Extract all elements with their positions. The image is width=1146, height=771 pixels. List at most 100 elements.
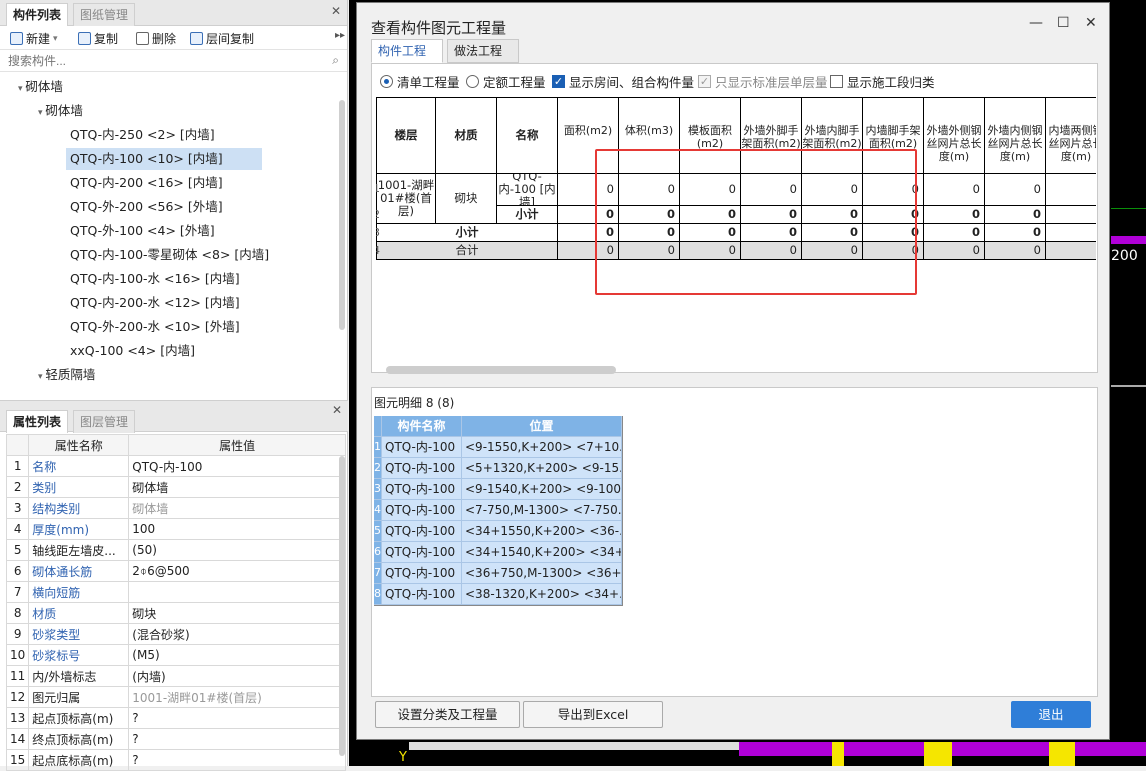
tab-layer-management[interactable]: 图层管理 [73, 410, 136, 433]
property-scrollbar[interactable] [339, 456, 345, 756]
property-row[interactable]: 1 名称 QTQ-内-100 [5, 455, 346, 477]
trash-icon [136, 32, 149, 45]
property-value[interactable]: 砌体墙 [128, 476, 346, 498]
tree-item-label: QTQ-内-100 <10> [内墙] [70, 151, 223, 166]
property-row[interactable]: 7 横向短筋 [5, 581, 346, 603]
quantity-panel: 清单工程量 定额工程量 ✓ 显示房间、组合构件量 ✓ 只显示标准层单层量 显示施工段… [371, 63, 1098, 374]
maximize-icon[interactable]: ☐ [1057, 15, 1070, 31]
tab-method-quantity[interactable]: 做法工程量 [447, 39, 519, 80]
row-number: 9 [5, 623, 30, 645]
property-value[interactable]: (50) [128, 539, 346, 561]
tree-item[interactable]: QTQ-内-100 <10> [内墙] [66, 148, 262, 170]
property-row[interactable]: 15 起点底标高(m)? [5, 749, 346, 771]
copy-button[interactable]: 复制 [78, 30, 118, 47]
settings-button[interactable]: 设置分类及工程量 [375, 701, 520, 728]
search-input[interactable] [8, 51, 308, 71]
detail-header-name[interactable]: 构件名称 [382, 416, 462, 437]
new-label: 新建 [26, 32, 51, 46]
property-row[interactable]: 4 厚度(mm) 100 [5, 518, 346, 540]
option-standard-floor[interactable]: ✓ 只显示标准层单层量 [698, 72, 828, 91]
table-hscrollbar[interactable] [386, 366, 616, 374]
tree-item[interactable]: QTQ-内-100-零星砌体 <8> [内墙] [70, 244, 269, 266]
property-value[interactable]: 砌体墙 [128, 497, 346, 519]
more-icon[interactable]: ▸▸ [335, 30, 345, 41]
detail-corner[interactable] [374, 416, 382, 437]
detail-position-cell: <36+750,M-1300> <36+... [462, 563, 622, 584]
close-icon[interactable]: ✕ [1085, 15, 1097, 31]
tab-component-list[interactable]: 构件列表 [6, 3, 69, 26]
property-value[interactable]: QTQ-内-100 [128, 455, 346, 477]
property-row[interactable]: 10 砂浆标号 (M5) [5, 644, 346, 666]
tree-item[interactable]: xxQ-100 <4> [内墙] [70, 340, 195, 362]
option-quota-quantity[interactable]: 定额工程量 [466, 72, 546, 91]
property-value[interactable]: ? [128, 749, 346, 771]
detail-row-number: 7 [374, 563, 382, 584]
option-bill-quantity[interactable]: 清单工程量 [380, 72, 460, 91]
tab-component-quantity[interactable]: 构件工程量 [371, 39, 443, 80]
detail-row-number: 2 [374, 458, 382, 479]
detail-name-cell: QTQ-内-100 [382, 521, 462, 542]
property-value[interactable]: 100 [128, 518, 346, 540]
value-cell: 0 [924, 224, 985, 242]
row-number: 3 [376, 226, 380, 239]
property-row[interactable]: 13 起点顶标高(m)? [5, 707, 346, 729]
tree-item-label: 砌体墙 [25, 79, 63, 94]
panel-close-icon[interactable]: ✕ [331, 4, 341, 18]
tab-drawing-management[interactable]: 图纸管理 [73, 3, 136, 26]
option-show-room[interactable]: ✓ 显示房间、组合构件量 [552, 72, 694, 91]
property-value[interactable]: 2⌽6@500 [128, 560, 346, 582]
column-header[interactable]: 内墙两侧钢丝网片总长度(m) [1046, 97, 1096, 174]
checkbox-icon [830, 75, 843, 88]
column-header[interactable]: 名称 [497, 97, 558, 174]
property-row[interactable]: 8 材质 砌块 [5, 602, 346, 624]
value-cell: 0 [924, 206, 985, 224]
column-header[interactable]: 外墙外侧钢丝网片总长度(m) [924, 97, 985, 174]
property-row[interactable]: 2 类别 砌体墙 [5, 476, 346, 498]
tree-folder[interactable]: ▾ 砌体墙 [18, 76, 63, 98]
tree-item[interactable]: QTQ-外-200-水 <10> [外墙] [70, 316, 240, 338]
property-row[interactable]: 11 内/外墙标志 (内墙) [5, 665, 346, 687]
property-close-icon[interactable]: ✕ [332, 403, 342, 417]
property-value[interactable]: ? [128, 707, 346, 729]
property-value[interactable]: ? [128, 728, 346, 750]
delete-button[interactable]: 删除 [136, 30, 176, 47]
property-value[interactable]: 1001-湖畔01#楼(首层) [128, 686, 346, 708]
property-row[interactable]: 12 图元归属 1001-湖畔01#楼(首层) [5, 686, 346, 708]
property-row[interactable]: 6 砌体通长筋 2⌽6@500 [5, 560, 346, 582]
row-number: 2 [5, 476, 30, 498]
option-construction-section[interactable]: 显示施工段归类 [830, 72, 935, 91]
grid-line [1111, 385, 1146, 387]
exit-button[interactable]: 退出 [1011, 701, 1091, 728]
export-excel-button[interactable]: 导出到Excel [523, 701, 663, 728]
detail-name-cell: QTQ-内-100 [382, 479, 462, 500]
property-row[interactable]: 14 终点顶标高(m)? [5, 728, 346, 750]
tree-item-label: 砌体墙 [45, 103, 83, 118]
property-row[interactable]: 9 砂浆类型 (混合砂浆) [5, 623, 346, 645]
tree-item[interactable]: QTQ-内-200 <16> [内墙] [70, 172, 223, 194]
search-icon[interactable]: ⌕ [332, 53, 339, 68]
new-button[interactable]: 新建 ▾ [10, 30, 58, 47]
column-header[interactable]: 材质 [436, 97, 497, 174]
tree-item[interactable]: QTQ-内-100-水 <16> [内墙] [70, 268, 240, 290]
property-row[interactable]: 5 轴线距左墙皮... (50) [5, 539, 346, 561]
property-value[interactable]: (混合砂浆) [128, 623, 346, 645]
property-value[interactable]: 砌块 [128, 602, 346, 624]
property-row[interactable]: 3 结构类别 砌体墙 [5, 497, 346, 519]
minimize-icon[interactable]: — [1029, 15, 1043, 31]
tab-property-list[interactable]: 属性列表 [6, 410, 69, 433]
tree-item[interactable]: QTQ-内-250 <2> [内墙] [70, 124, 215, 146]
floor-copy-button[interactable]: 层间复制 [190, 30, 254, 47]
tree-item[interactable]: QTQ-内-200-水 <12> [内墙] [70, 292, 240, 314]
tree-folder[interactable]: ▾ 轻质隔墙 [38, 364, 95, 386]
column-header[interactable]: 外墙内侧钢丝网片总长度(m) [985, 97, 1046, 174]
detail-header-position[interactable]: 位置 [462, 416, 622, 437]
property-value[interactable] [128, 581, 346, 603]
column-header[interactable]: 楼层 [376, 97, 436, 174]
column-yellow [832, 742, 844, 766]
tree-item[interactable]: QTQ-外-100 <4> [外墙] [70, 220, 215, 242]
tree-scrollbar[interactable] [339, 100, 345, 330]
tree-folder[interactable]: ▾ 砌体墙 [38, 100, 83, 122]
property-value[interactable]: (内墙) [128, 665, 346, 687]
property-value[interactable]: (M5) [128, 644, 346, 666]
tree-item[interactable]: QTQ-外-200 <56> [外墙] [70, 196, 223, 218]
